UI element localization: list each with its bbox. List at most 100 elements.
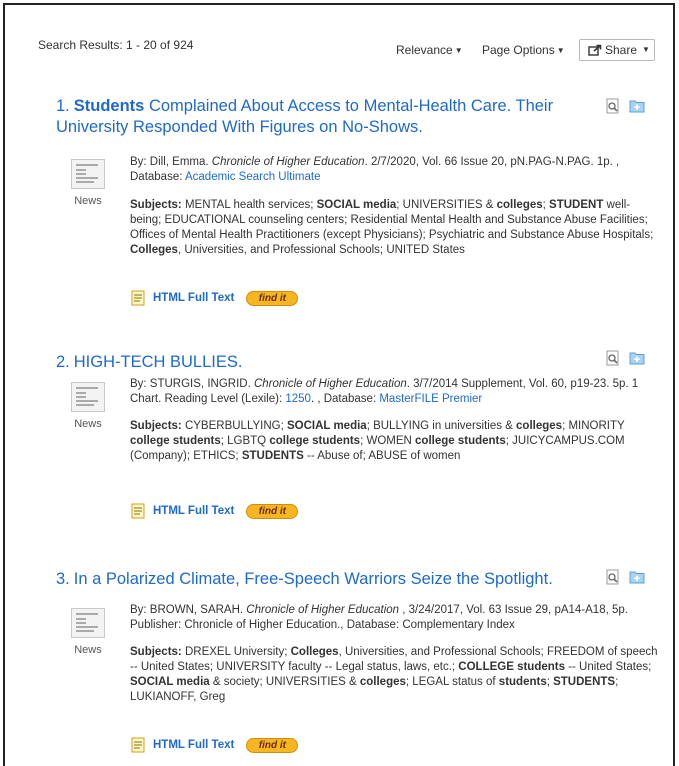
share-button[interactable]: Share ▼ — [579, 39, 655, 61]
result-tools — [605, 569, 645, 585]
subject-text: , Universities, and Professional Schools… — [177, 244, 465, 256]
result-number: 1. — [56, 97, 70, 115]
result-subjects: Subjects: CYBERBULLYING; SOCIAL media; B… — [130, 419, 660, 464]
result-number: 2. — [56, 353, 70, 371]
preview-magnifier-icon[interactable] — [605, 569, 621, 585]
pub-type-label: News — [74, 195, 102, 207]
source-title: Chronicle of Higher Education — [246, 604, 400, 616]
subject-term: college students — [130, 435, 221, 447]
subject-text: ; WOMEN — [360, 435, 416, 447]
html-document-icon — [131, 503, 145, 519]
result-title[interactable]: 1. Students Complained About Access to Me… — [56, 96, 566, 138]
add-to-folder-icon[interactable] — [629, 350, 645, 366]
pub-type-news: News — [71, 159, 105, 207]
news-thumbnail-icon — [71, 608, 105, 638]
subject-term: colleges — [359, 676, 406, 688]
caret-down-icon: ▼ — [556, 46, 565, 55]
html-document-icon — [131, 737, 145, 753]
subject-text: ; BULLYING in universities & — [366, 420, 517, 432]
subject-text: ; LGBTQ — [220, 435, 270, 447]
result-number: 3. — [56, 570, 70, 588]
find-it-button[interactable]: find it — [246, 290, 299, 306]
subject-text: DREXEL University; — [181, 646, 291, 658]
result-links: HTML Full Text find it — [131, 290, 299, 306]
title-text: In a Polarized Climate, Free-Speech Warr… — [73, 570, 553, 588]
subject-term: COLLEGE students — [458, 661, 565, 673]
subject-term: STUDENT — [549, 199, 604, 211]
results-toolbar: Search Results: 1 - 20 of 924 Relevance ▼… — [5, 5, 677, 65]
result-tools — [605, 350, 645, 366]
html-full-text-label: HTML Full Text — [153, 505, 235, 517]
subject-term: college students — [269, 435, 361, 447]
subject-term: Colleges — [290, 646, 339, 658]
result-title[interactable]: 3. In a Polarized Climate, Free-Speech Wa… — [56, 569, 586, 590]
subject-term: colleges — [496, 199, 543, 211]
result-meta: By: BROWN, SARAH. Chronicle of Higher Ed… — [130, 603, 660, 633]
result-tools — [605, 98, 645, 114]
result-subjects: Subjects: DREXEL University; Colleges, U… — [130, 645, 660, 705]
meta-text: By: BROWN, SARAH. — [130, 604, 247, 616]
subject-text: ; MINORITY — [562, 420, 625, 432]
subject-text: CYBERBULLYING; — [181, 420, 288, 432]
pub-type-label: News — [74, 418, 102, 430]
share-label: Share — [605, 43, 638, 57]
subjects-label: Subjects: — [130, 646, 182, 658]
html-full-text-link[interactable]: HTML Full Text — [131, 503, 234, 519]
subjects-label: Subjects: — [130, 199, 182, 211]
source-title: Chronicle of Higher Education — [253, 378, 407, 390]
preview-magnifier-icon[interactable] — [605, 350, 621, 366]
result-title[interactable]: 2. HIGH-TECH BULLIES. — [56, 352, 566, 373]
result-count: Search Results: 1 - 20 of 924 — [38, 38, 194, 52]
subjects-label: Subjects: — [130, 420, 182, 432]
page-options-dropdown[interactable]: Page Options ▼ — [482, 43, 565, 57]
subject-text: -- Abuse of; ABUSE of women — [303, 450, 461, 462]
subject-term: SOCIAL media — [316, 199, 397, 211]
database-link[interactable]: MasterFILE Premier — [379, 393, 482, 405]
meta-text: . , Database: — [310, 393, 380, 405]
pub-type-news: News — [71, 382, 105, 430]
html-full-text-link[interactable]: HTML Full Text — [131, 737, 234, 753]
html-full-text-link[interactable]: HTML Full Text — [131, 290, 234, 306]
subject-text: MENTAL health services; — [181, 199, 317, 211]
subject-text: ; UNIVERSITIES & — [396, 199, 497, 211]
subject-text: ; LEGAL status of — [405, 676, 499, 688]
subject-term: SOCIAL media — [287, 420, 367, 432]
pub-type-news: News — [71, 608, 105, 656]
share-arrow-icon — [588, 44, 602, 56]
results-panel: Search Results: 1 - 20 of 924 Relevance ▼… — [3, 3, 675, 766]
html-full-text-label: HTML Full Text — [153, 739, 235, 751]
preview-magnifier-icon[interactable] — [605, 98, 621, 114]
result-links: HTML Full Text find it — [131, 737, 299, 753]
subject-text: & society; UNIVERSITIES & — [209, 676, 360, 688]
pub-type-label: News — [74, 644, 102, 656]
database-link[interactable]: Academic Search Ultimate — [185, 171, 321, 183]
result-meta: By: STURGIS, INGRID. Chronicle of Higher… — [130, 377, 660, 407]
find-it-button[interactable]: find it — [246, 503, 299, 519]
subject-term: college students — [415, 435, 506, 447]
find-it-button[interactable]: find it — [246, 737, 299, 753]
caret-down-icon: ▼ — [454, 46, 463, 55]
html-full-text-label: HTML Full Text — [153, 292, 235, 304]
subject-text: -- United States; — [565, 661, 652, 673]
subject-term: SOCIAL media — [130, 676, 210, 688]
page-options-label: Page Options — [482, 43, 555, 57]
news-thumbnail-icon — [71, 382, 105, 412]
subject-term: STUDENTS — [553, 676, 616, 688]
relevance-label: Relevance — [396, 43, 453, 57]
subject-term: Colleges — [130, 244, 178, 256]
subject-term: students — [498, 676, 547, 688]
subject-term: colleges — [516, 420, 563, 432]
html-document-icon — [131, 290, 145, 306]
meta-text: By: STURGIS, INGRID. — [130, 378, 254, 390]
add-to-folder-icon[interactable] — [629, 98, 645, 114]
relevance-dropdown[interactable]: Relevance ▼ — [396, 43, 463, 57]
result-links: HTML Full Text find it — [131, 503, 299, 519]
add-to-folder-icon[interactable] — [629, 569, 645, 585]
lexile-link[interactable]: 1250 — [285, 393, 311, 405]
title-text: Students — [73, 97, 145, 115]
result-meta: By: Dill, Emma. Chronicle of Higher Educ… — [130, 155, 660, 185]
caret-down-icon: ▼ — [642, 44, 650, 54]
news-thumbnail-icon — [71, 159, 105, 189]
title-text: HIGH-TECH BULLIES. — [73, 353, 243, 371]
source-title: Chronicle of Higher Education — [211, 156, 365, 168]
